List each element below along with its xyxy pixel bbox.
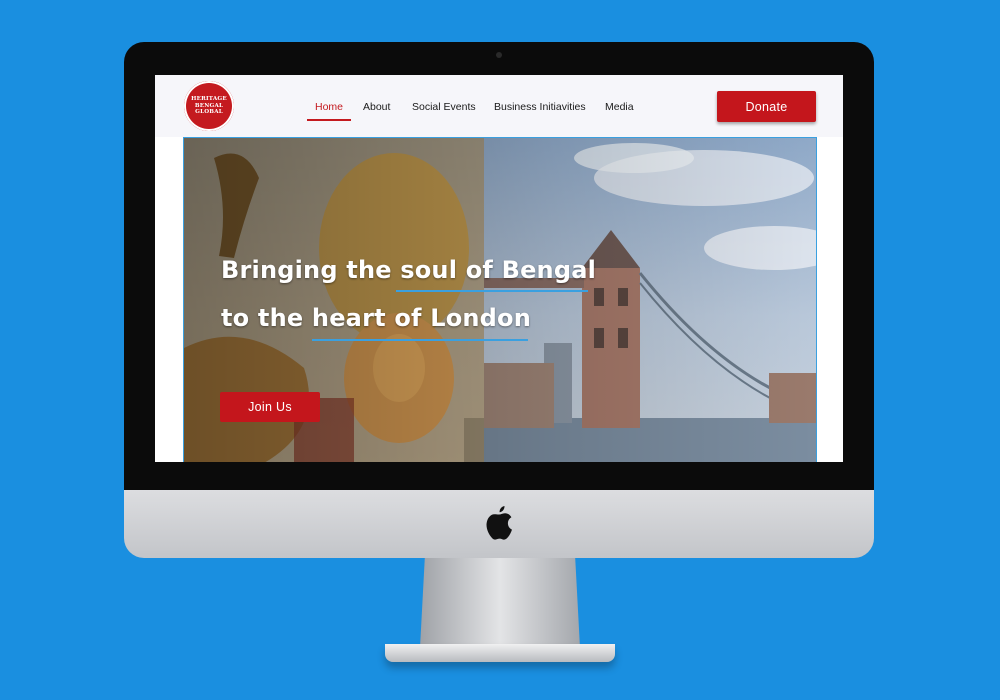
- nav-home[interactable]: Home: [315, 101, 343, 113]
- site-header: HERITAGE BENGAL GLOBAL Home About Social…: [155, 75, 843, 137]
- logo-word-3: GLOBAL: [195, 109, 223, 116]
- nav-media[interactable]: Media: [605, 101, 634, 113]
- monitor-stand: [420, 558, 580, 648]
- hero-banner: Bringing the soul of Bengal to the heart…: [183, 137, 817, 462]
- join-us-button[interactable]: Join Us: [220, 392, 320, 422]
- camera-icon: [496, 52, 502, 58]
- hero-underline-2: [312, 339, 528, 341]
- active-nav-indicator: [307, 119, 351, 121]
- site-logo[interactable]: HERITAGE BENGAL GLOBAL: [184, 81, 234, 131]
- hero-headline-line2: to the heart of London: [221, 304, 532, 332]
- hero-headline-line1: Bringing the soul of Bengal: [221, 256, 597, 284]
- website-screen: HERITAGE BENGAL GLOBAL Home About Social…: [155, 75, 843, 462]
- donate-button[interactable]: Donate: [717, 91, 816, 122]
- monitor-mockup: HERITAGE BENGAL GLOBAL Home About Social…: [0, 0, 1000, 700]
- apple-logo-icon: [486, 506, 512, 540]
- monitor-base: [385, 644, 615, 662]
- logo-text: HERITAGE BENGAL GLOBAL: [191, 96, 227, 115]
- hero-underline-1: [396, 290, 588, 292]
- logo-word-1: HERITAGE: [191, 96, 227, 103]
- nav-social-events[interactable]: Social Events: [412, 101, 476, 113]
- nav-business-initiatives[interactable]: Business Initiavities: [494, 101, 586, 113]
- nav-about[interactable]: About: [363, 101, 390, 113]
